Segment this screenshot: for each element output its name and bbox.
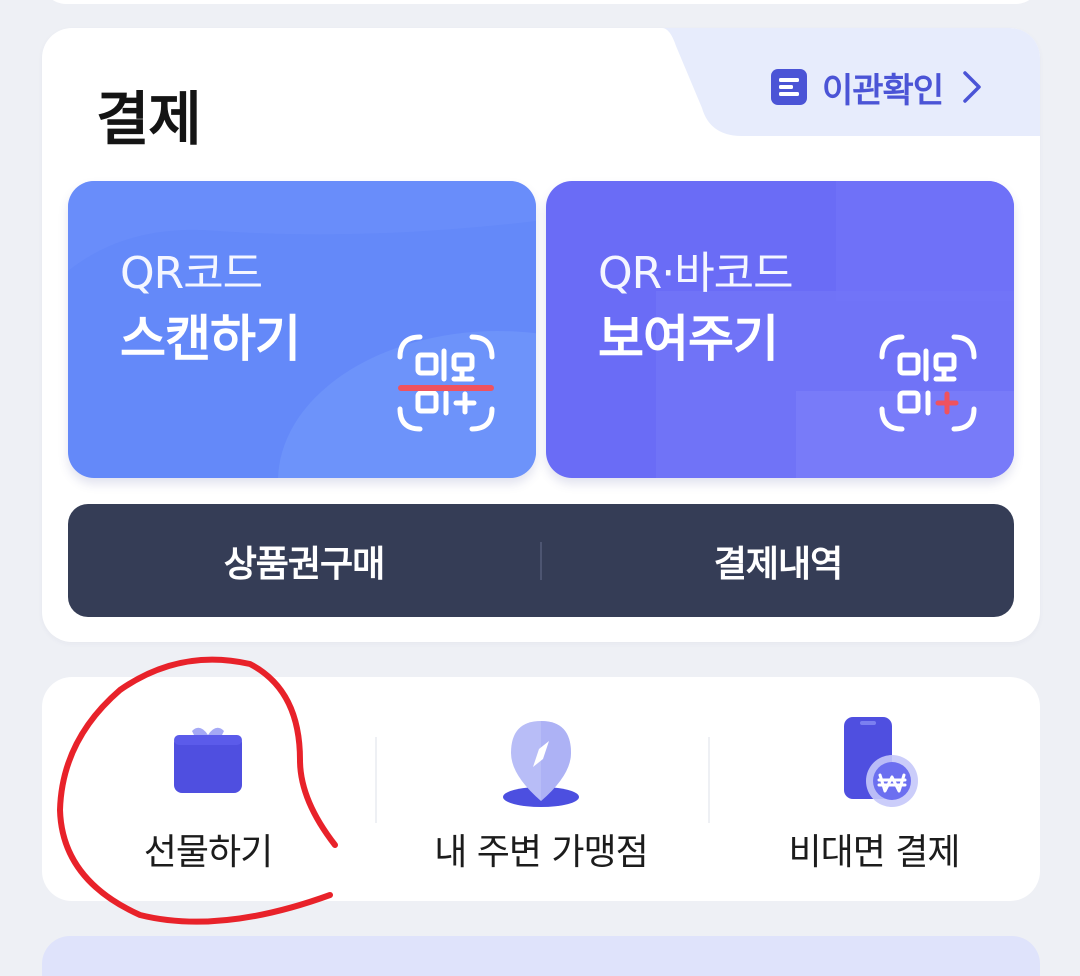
- scan-tile-subtitle: QR코드: [120, 248, 263, 299]
- qr-barcode-show-tile[interactable]: QR·바코드 보여주기: [546, 181, 1014, 478]
- document-icon: [771, 69, 807, 105]
- shortcut-nearby-stores[interactable]: 내 주변 가맹점: [375, 677, 707, 901]
- payment-action-bar: 상품권구매 결제내역: [68, 504, 1014, 617]
- scan-tile-title: 스캔하기: [120, 310, 301, 368]
- gift-icon: [174, 727, 242, 793]
- qr-scan-icon: [397, 334, 495, 432]
- shortcut-contactless-pay[interactable]: 비대면 결제: [708, 677, 1040, 901]
- shortcut-gift[interactable]: 선물하기: [42, 677, 374, 901]
- payment-history-button[interactable]: 결제내역: [542, 535, 1014, 587]
- gift-card-purchase-button[interactable]: 상품권구매: [68, 535, 540, 587]
- shortcut-nearby-stores-label: 내 주변 가맹점: [434, 832, 649, 873]
- payment-card: 결제 이관확인 QR코드 스캔하기 QR·바코드 보여주기 상품권구매 결제내역: [42, 28, 1040, 642]
- chevron-right-icon: [963, 71, 981, 103]
- qr-code-icon: [879, 334, 977, 432]
- next-card-edge: [42, 936, 1040, 976]
- show-tile-subtitle: QR·바코드: [598, 248, 794, 299]
- shortcut-gift-label: 선물하기: [143, 832, 273, 873]
- qr-scan-tile[interactable]: QR코드 스캔하기: [68, 181, 536, 478]
- show-tile-title: 보여주기: [598, 310, 779, 368]
- previous-card-edge: [42, 0, 1040, 4]
- transfer-confirm-link[interactable]: 이관확인: [770, 64, 983, 111]
- shortcut-contactless-pay-label: 비대면 결제: [788, 832, 960, 873]
- shortcuts-card: 선물하기 내 주변 가맹점 비대면 결제: [42, 677, 1040, 901]
- page-title: 결제: [96, 85, 202, 153]
- phone-won-icon: [844, 717, 918, 807]
- transfer-confirm-label: 이관확인: [822, 70, 944, 111]
- map-pin-icon: [503, 721, 579, 807]
